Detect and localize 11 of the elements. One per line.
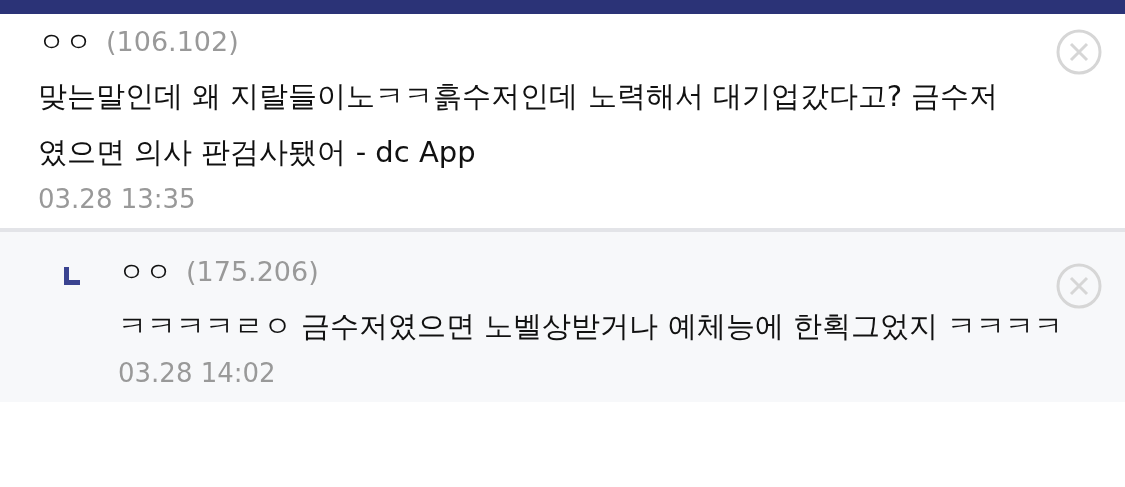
ip-address: (175.206) <box>186 256 319 287</box>
comment-date: 03.28 13:35 <box>38 184 197 214</box>
reply-icon <box>62 266 82 286</box>
comment-text: ㅋㅋㅋㅋㄹㅇ 금수저였으면 노벨상받거나 예체능에 한획그었지 ㅋㅋㅋㅋ <box>118 308 1065 345</box>
nickname[interactable]: ㅇㅇ <box>38 24 92 60</box>
nickname[interactable]: ㅇㅇ <box>118 254 172 290</box>
delete-icon[interactable] <box>1055 28 1103 76</box>
ip-address: (106.102) <box>106 26 239 57</box>
comment-date: 03.28 14:02 <box>118 358 277 388</box>
comment-text: 맞는말인데 왜 지랄들이노ㅋㅋ흙수저인데 노력해서 대기업갔다고? 금수저 였으면 의사 판검사됐어 - dc App <box>38 78 1000 171</box>
delete-icon[interactable] <box>1055 262 1103 310</box>
